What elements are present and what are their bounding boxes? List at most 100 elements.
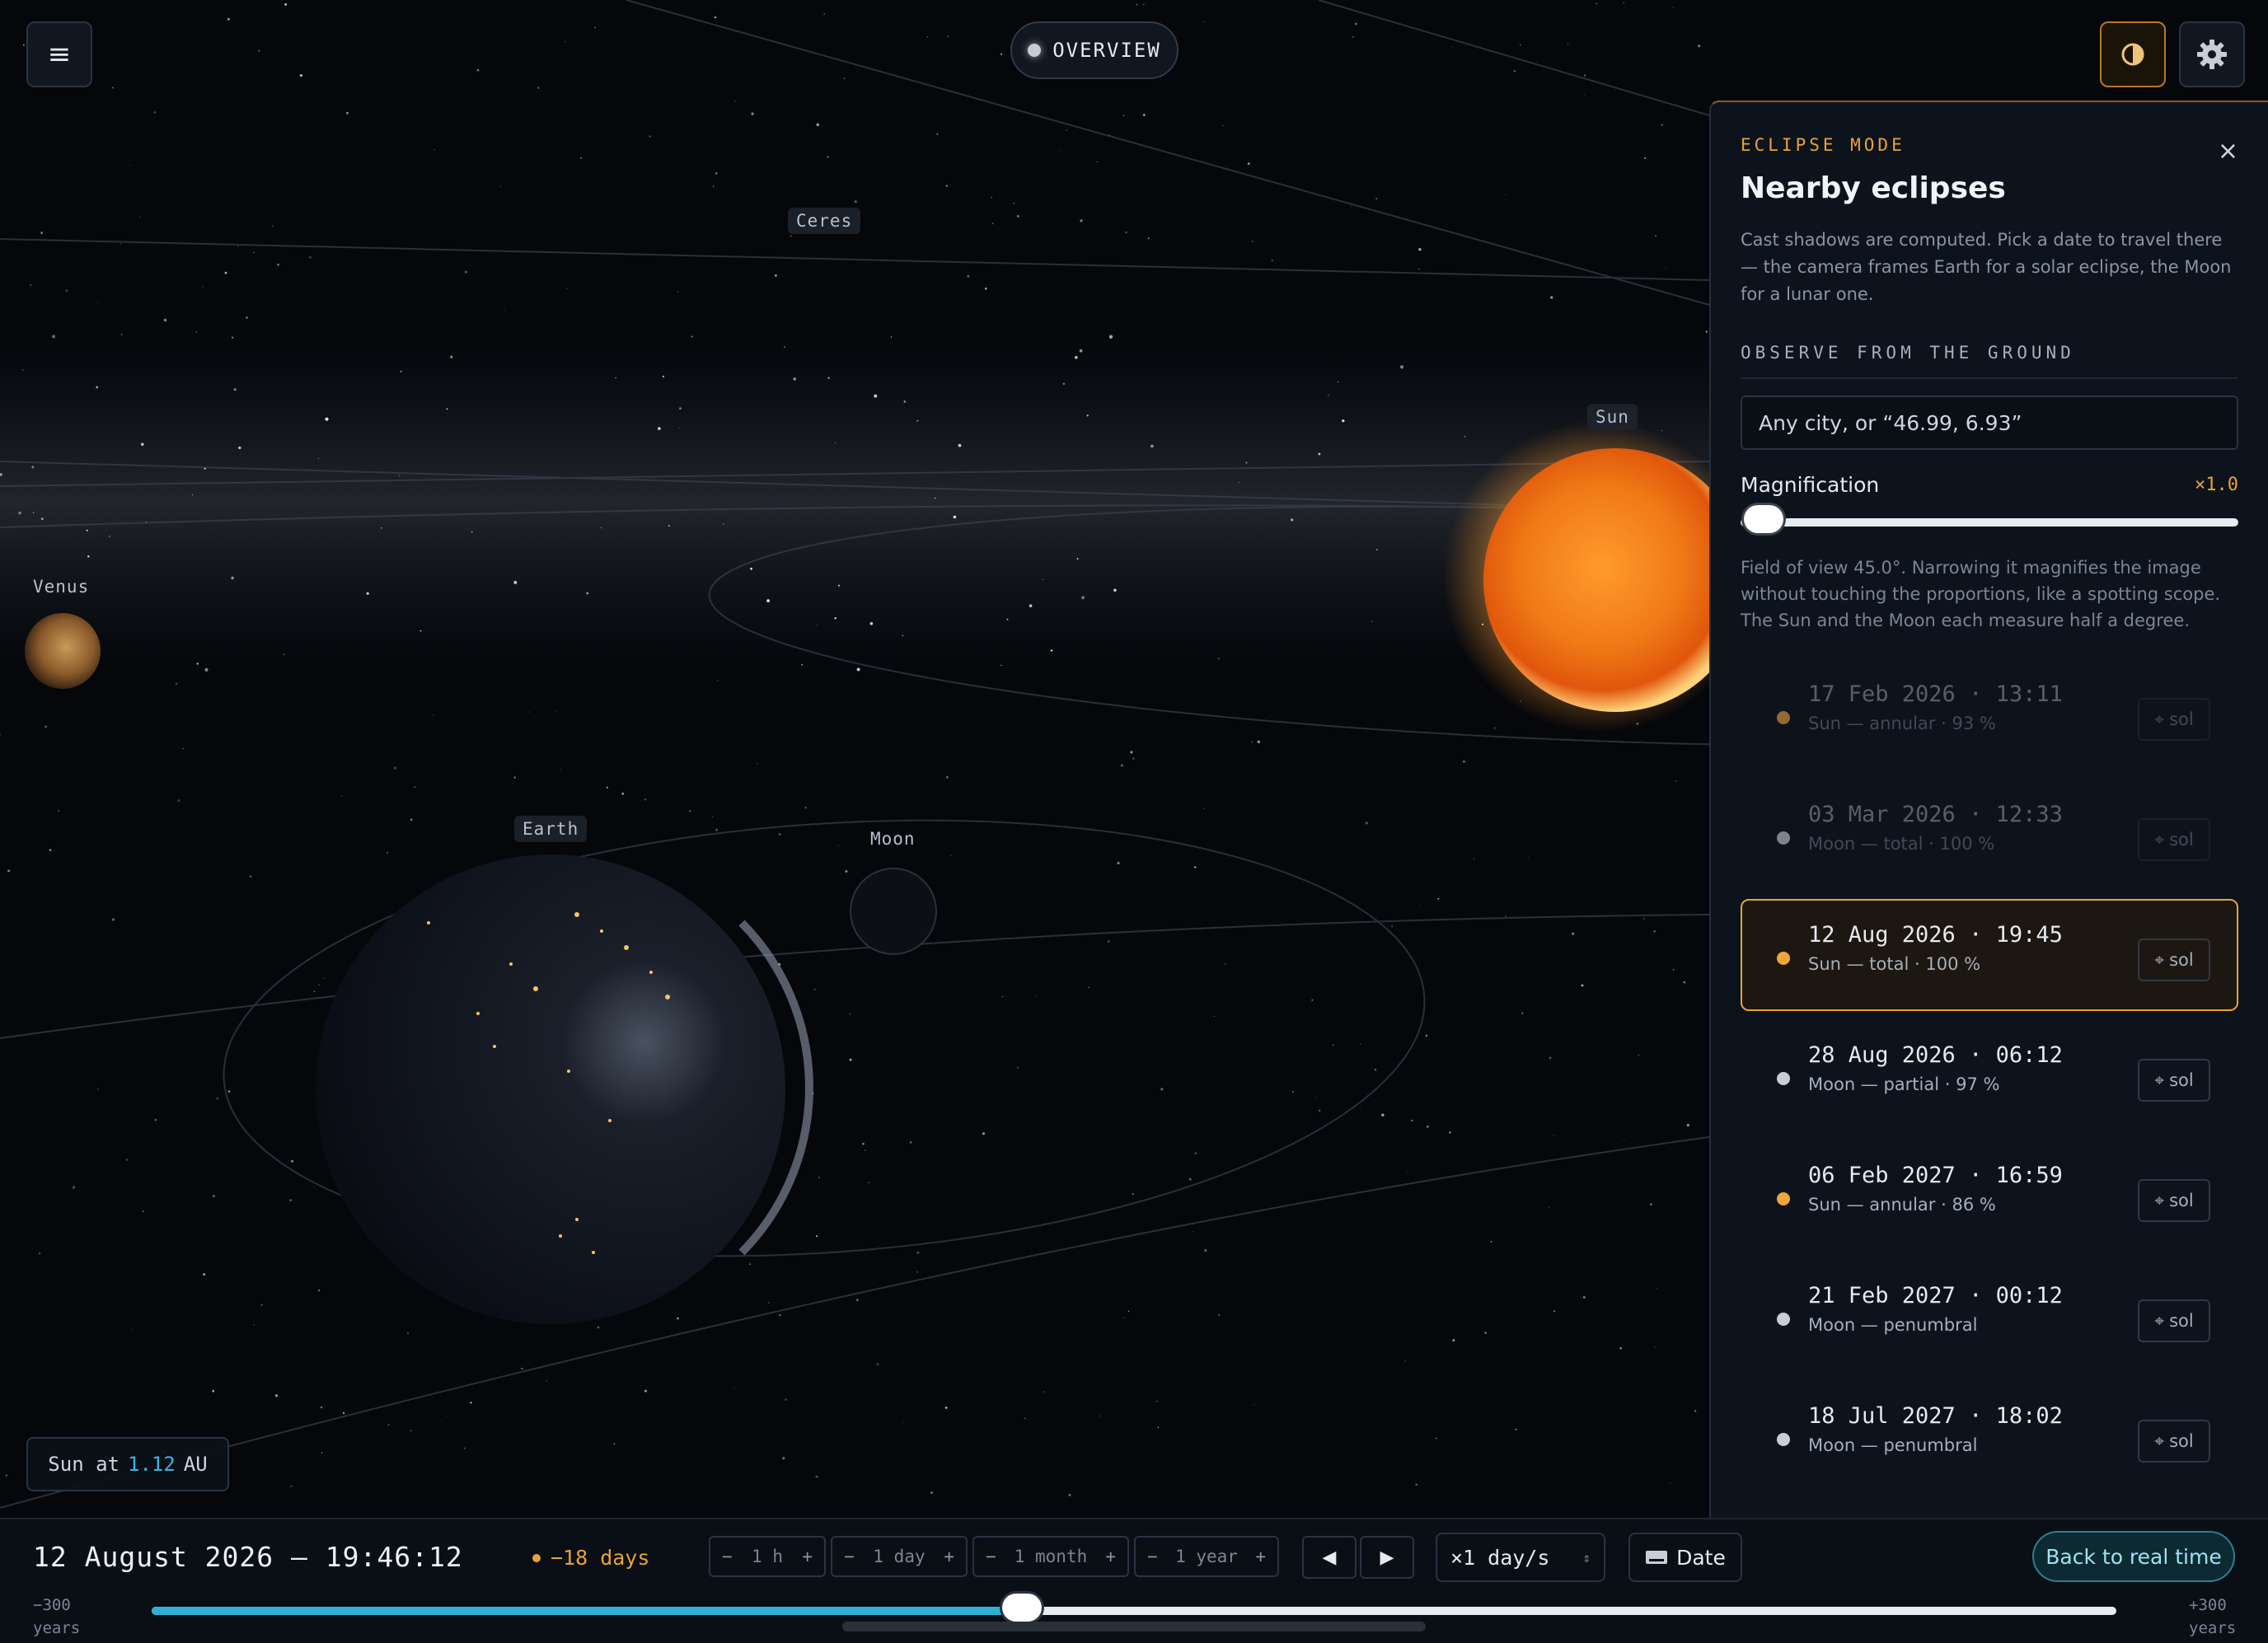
menu-button[interactable]: ≡: [26, 21, 92, 87]
step-hour-label: 1 h: [752, 1547, 783, 1566]
step-hour: − 1 h +: [709, 1536, 826, 1577]
label-moon[interactable]: Moon: [862, 826, 924, 852]
eclipse-sol-label: sol: [2169, 1431, 2194, 1451]
eclipse-type-dot-icon: [1777, 1192, 1790, 1205]
timeline-slider[interactable]: [152, 1594, 2116, 1622]
eclipse-item[interactable]: 28 Aug 2026 · 06:12 Moon — partial · 97 %…: [1741, 1019, 2238, 1131]
eclipse-sol-button[interactable]: ⌖ sol: [2138, 1059, 2210, 1102]
step-day: − 1 day +: [831, 1536, 968, 1577]
eclipse-item[interactable]: 17 Feb 2026 · 13:11 Sun — annular · 93 % ⌖…: [1741, 658, 2238, 770]
step-day-minus-button[interactable]: −: [844, 1547, 855, 1566]
eclipse-item[interactable]: 06 Feb 2027 · 16:59 Sun — annular · 86 % ⌖…: [1741, 1140, 2238, 1252]
speed-select[interactable]: ×1 day/s ⇕: [1436, 1533, 1605, 1582]
panel-kicker: ECLIPSE MODE: [1741, 135, 1905, 155]
label-venus[interactable]: Venus: [25, 573, 97, 600]
eclipse-item[interactable]: 21 Feb 2027 · 00:12 Moon — penumbral ⌖ sol: [1741, 1260, 2238, 1372]
step-year-minus-button[interactable]: −: [1147, 1547, 1158, 1566]
date-button-label: Date: [1676, 1545, 1726, 1570]
crosshair-icon: ⌖: [2154, 1190, 2165, 1210]
eclipse-sol-label: sol: [2169, 1070, 2194, 1090]
crosshair-icon: ⌖: [2154, 949, 2165, 970]
eclipse-type-dot-icon: [1777, 711, 1790, 724]
speed-value: ×1 day/s: [1450, 1545, 1550, 1570]
crosshair-icon: ⌖: [2154, 1070, 2165, 1090]
step-hour-plus-button[interactable]: +: [802, 1547, 813, 1566]
timeline-max-unit: years: [2189, 1619, 2237, 1637]
timeline-min-unit: years: [33, 1619, 81, 1637]
eclipse-item[interactable]: 03 Mar 2026 · 12:33 Moon — total · 100 % ⌖…: [1741, 779, 2238, 891]
step-month-minus-button[interactable]: −: [986, 1547, 996, 1566]
date-picker-button[interactable]: Date: [1628, 1533, 1742, 1582]
crosshair-icon: ⌖: [2154, 1430, 2165, 1451]
eclipse-item[interactable]: 12 Aug 2026 · 19:45 Sun — total · 100 % ⌖ s…: [1741, 899, 2238, 1011]
sun-distance-readout: Sun at 1.12 AU: [26, 1437, 229, 1491]
overview-button[interactable]: OVERVIEW: [1010, 21, 1179, 79]
eclipse-sol-label: sol: [2169, 950, 2194, 970]
horizontal-scrollbar[interactable]: [842, 1622, 1426, 1631]
close-panel-button[interactable]: ×: [2218, 137, 2238, 166]
eclipse-type-dot-icon: [1777, 1433, 1790, 1446]
eclipse-panel: ECLIPSE MODE × Nearby eclipses Cast shad…: [1709, 101, 2268, 1518]
half-circle-icon: [2121, 43, 2144, 66]
magnification-slider-thumb[interactable]: [1744, 505, 1783, 533]
hamburger-icon: ≡: [47, 38, 72, 71]
play-backward-icon: ◀: [1322, 1547, 1337, 1568]
observe-heading: OBSERVE FROM THE GROUND: [1741, 343, 2238, 379]
magnification-value: ×1.0: [2195, 475, 2238, 495]
timeline-max-value: +300: [2189, 1596, 2227, 1614]
contrast-toggle-button[interactable]: [2100, 21, 2166, 87]
label-ceres[interactable]: Ceres: [788, 208, 861, 234]
settings-button[interactable]: [2179, 21, 2245, 87]
step-month-plus-button[interactable]: +: [1105, 1547, 1116, 1566]
moon-sphere[interactable]: [850, 868, 937, 955]
back-to-real-time-button[interactable]: Back to real time: [2032, 1531, 2235, 1582]
crosshair-icon: ⌖: [2154, 1310, 2165, 1331]
eclipse-sol-button[interactable]: ⌖ sol: [2138, 818, 2210, 861]
timeline-thumb[interactable]: [1002, 1594, 1043, 1622]
city-search-input[interactable]: [1741, 396, 2238, 450]
eclipse-sol-button[interactable]: ⌖ sol: [2138, 698, 2210, 741]
eclipse-item[interactable]: 18 Jul 2027 · 18:02 Moon — penumbral ⌖ sol: [1741, 1380, 2238, 1492]
eclipse-type-dot-icon: [1777, 831, 1790, 845]
close-icon: ×: [2217, 137, 2238, 166]
sun-distance-unit: AU: [183, 1453, 208, 1476]
timeline-fill: [152, 1607, 1023, 1615]
panel-title: Nearby eclipses: [1741, 171, 2006, 205]
crosshair-icon: ⌖: [2154, 829, 2165, 850]
timeline-max-label: +300 years: [2189, 1594, 2236, 1640]
eclipse-sol-button[interactable]: ⌖ sol: [2138, 1420, 2210, 1463]
time-offset-badge: −18 days: [532, 1546, 649, 1570]
label-earth[interactable]: Earth: [514, 816, 588, 842]
step-hour-minus-button[interactable]: −: [722, 1547, 733, 1566]
magnification-label: Magnification: [1741, 473, 1880, 497]
sun-sphere[interactable]: [1483, 448, 1747, 712]
eclipse-type-dot-icon: [1777, 1072, 1790, 1085]
play-forward-button[interactable]: ▶: [1360, 1536, 1414, 1579]
time-offset-value: −18 days: [551, 1546, 650, 1570]
eclipse-type-dot-icon: [1777, 1313, 1790, 1326]
crosshair-icon: ⌖: [2154, 709, 2165, 729]
label-sun[interactable]: Sun: [1587, 404, 1638, 430]
panel-description: Cast shadows are computed. Pick a date t…: [1741, 230, 2232, 304]
overview-label: OVERVIEW: [1052, 39, 1161, 62]
sun-distance-value: 1.12: [128, 1453, 176, 1476]
play-backward-button[interactable]: ◀: [1302, 1536, 1357, 1579]
eclipse-sol-button[interactable]: ⌖ sol: [2138, 1299, 2210, 1342]
magnification-slider[interactable]: [1741, 505, 2238, 533]
gear-icon: [2197, 40, 2227, 69]
eclipse-sol-label: sol: [2169, 830, 2194, 850]
eclipse-sol-label: sol: [2169, 1191, 2194, 1210]
step-year-plus-button[interactable]: +: [1255, 1547, 1266, 1566]
offset-dot-icon: [532, 1553, 541, 1562]
earth-sphere[interactable]: [316, 854, 785, 1324]
venus-sphere[interactable]: [25, 613, 101, 689]
eclipse-sol-button[interactable]: ⌖ sol: [2138, 1179, 2210, 1222]
eclipse-sol-button[interactable]: ⌖ sol: [2138, 939, 2210, 981]
sun-distance-prefix: Sun at: [48, 1453, 119, 1476]
step-month: − 1 month +: [972, 1536, 1129, 1577]
step-day-plus-button[interactable]: +: [944, 1547, 954, 1566]
eclipse-list: 17 Feb 2026 · 13:11 Sun — annular · 93 % ⌖…: [1741, 658, 2238, 1492]
step-month-label: 1 month: [1014, 1547, 1088, 1566]
select-arrows-icon: ⇕: [1582, 1549, 1591, 1566]
keyboard-icon: [1646, 1551, 1668, 1564]
